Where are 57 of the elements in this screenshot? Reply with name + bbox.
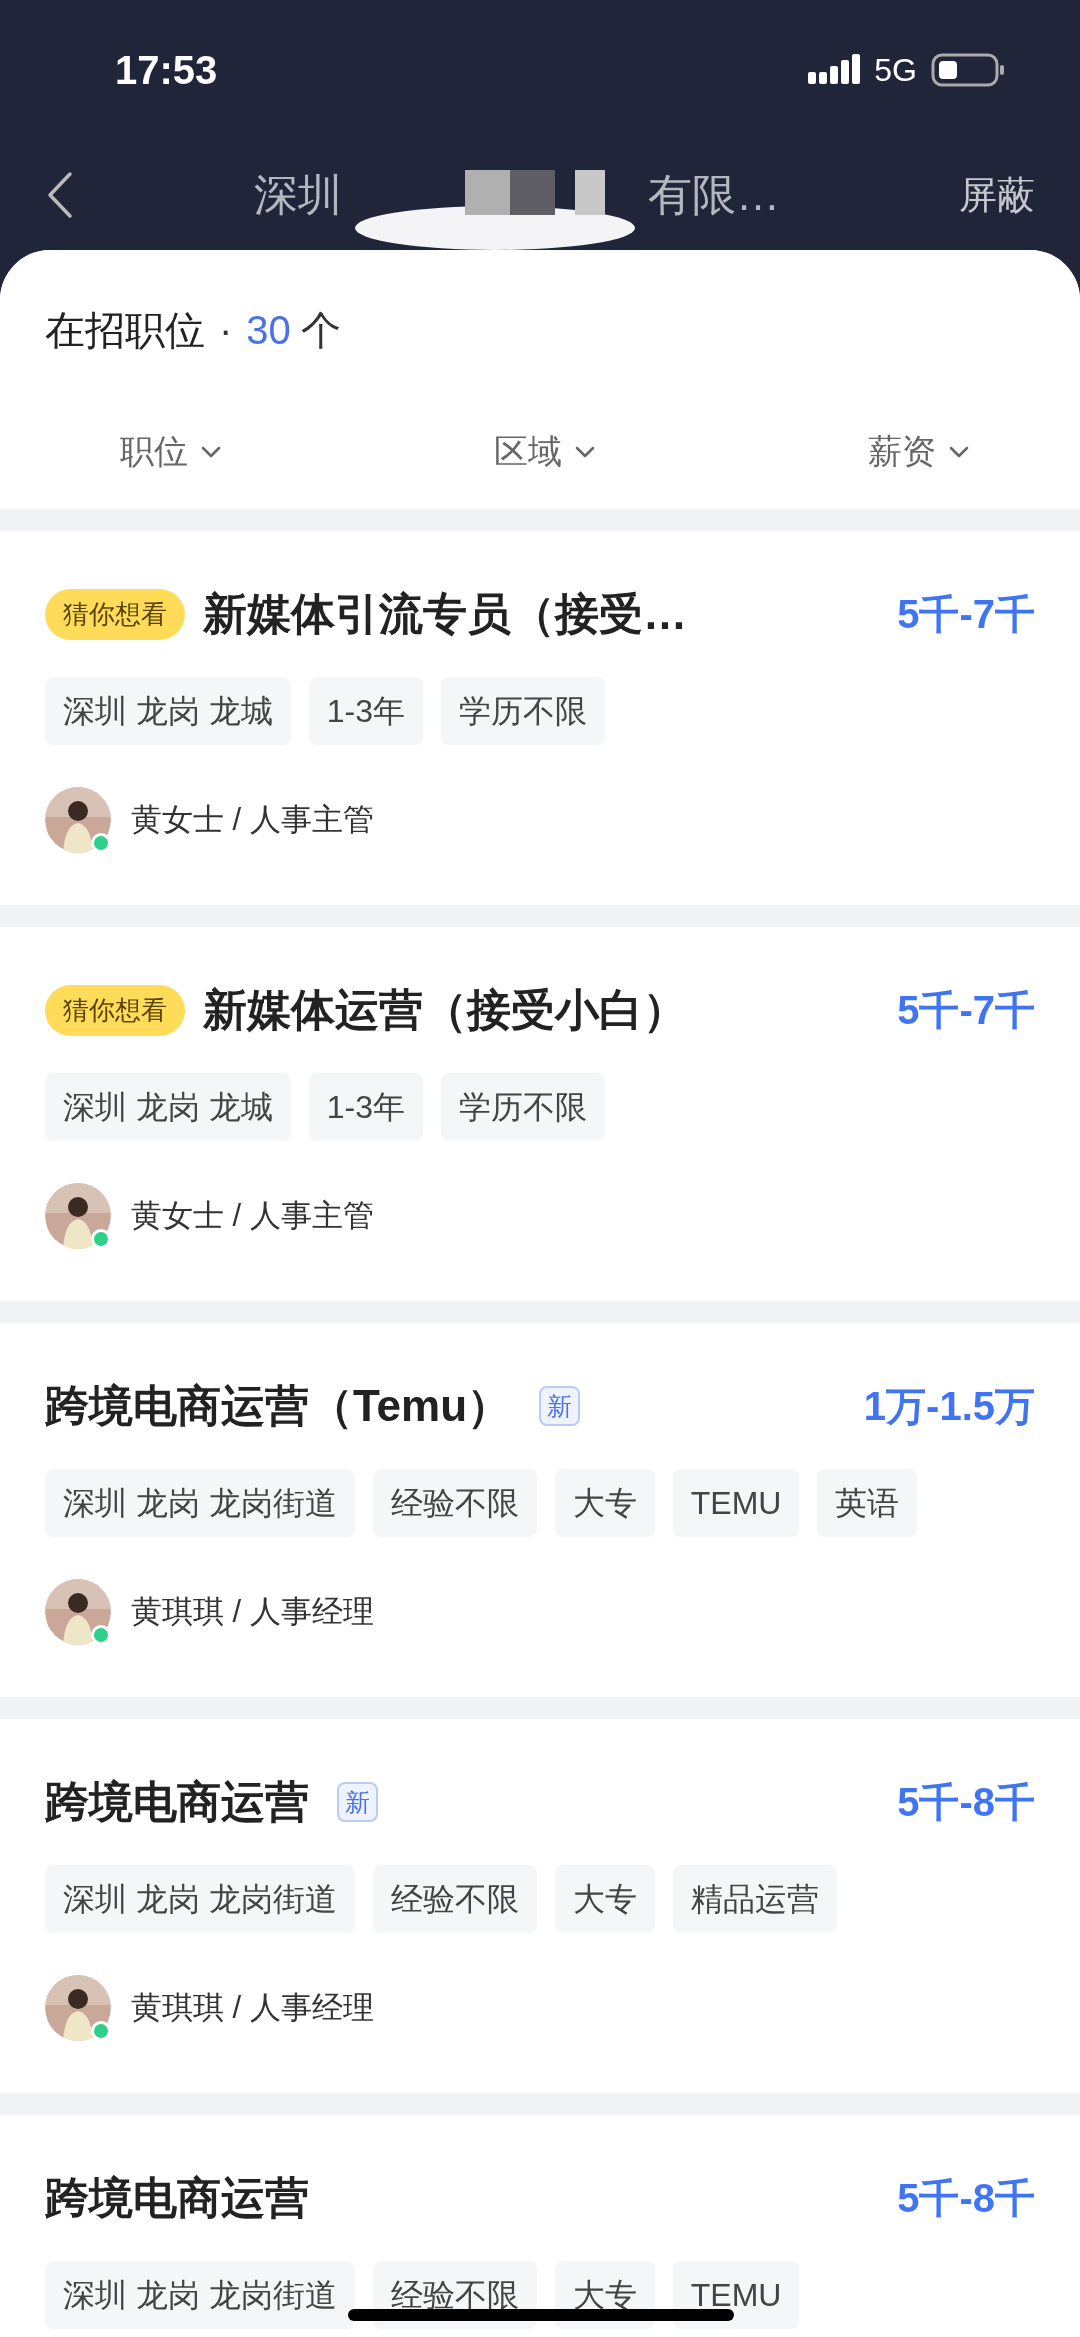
new-badge: 新 (539, 1386, 581, 1426)
recommend-badge: 猜你想看 (45, 984, 185, 1036)
filter-dropdown[interactable]: 薪资 (868, 416, 970, 487)
job-tag: 经验不限 (372, 1469, 537, 1537)
job-title: 跨境电商运营 (45, 1776, 309, 1828)
new-badge: 新 (337, 1782, 378, 1822)
job-tag: 大专 (554, 1865, 655, 1933)
job-tag: TEMU (672, 2261, 800, 2329)
job-title: 新媒体运营（接受小白） (203, 984, 687, 1036)
job-tag: 学历不限 (441, 1073, 606, 1141)
job-tag: 1-3年 (308, 1073, 424, 1141)
network-label: 5G (874, 51, 917, 90)
section-title: 在招职位 (45, 307, 205, 354)
chevron-down-icon (574, 444, 596, 459)
job-card[interactable]: 跨境电商运营 5千-8千 深圳 龙岗 龙岗街道 经验不限 大专 TEMU (0, 2115, 1080, 2337)
salary: 5千-8千 (897, 2175, 1035, 2222)
job-card[interactable]: 跨境电商运营（Temu） 新 1万-1.5万 深圳 龙岗 龙岗街道 经验不限 大专 TEMU 英语 黄琪琪 / 人事经理 (0, 1323, 1080, 1697)
recruiter-name: 黄女士 / 人事主管 (131, 1196, 374, 1235)
company-title: 深圳 (254, 169, 342, 221)
job-title: 跨境电商运营 (45, 2172, 309, 2224)
status-time: 17:53 (115, 47, 218, 94)
salary: 5千-7千 (897, 987, 1035, 1034)
count-unit: 个 (300, 307, 341, 354)
chevron-down-icon (948, 444, 970, 459)
job-tag: 深圳 龙岗 龙岗街道 (45, 1865, 355, 1933)
battery-icon (931, 52, 1005, 88)
job-tag: TEMU (672, 1469, 800, 1537)
job-tag: 大专 (554, 1469, 655, 1537)
job-card[interactable]: 猜你想看 新媒体运营（接受小白） 5千-7千 深圳 龙岗 龙城 1-3年 学历不限 黄女士 / 人事主管 (0, 927, 1080, 1301)
job-tag: 精品运营 (672, 1865, 837, 1933)
recruiter-name: 黄琪琪 / 人事经理 (131, 1988, 374, 2027)
job-tag: 深圳 龙岗 龙城 (45, 1073, 291, 1141)
job-title: 跨境电商运营（Temu） (45, 1380, 512, 1432)
job-tag: 1-3年 (308, 677, 424, 745)
company-title: 有限… (648, 169, 780, 221)
recommend-badge: 猜你想看 (45, 588, 185, 640)
salary: 5千-7千 (897, 591, 1035, 638)
job-tag: 学历不限 (441, 677, 606, 745)
block-button[interactable]: 屏蔽 (959, 166, 1035, 224)
salary: 5千-8千 (897, 1779, 1035, 1826)
job-tag: 深圳 龙岗 龙岗街道 (45, 2261, 355, 2329)
separator-dot: · (219, 307, 233, 354)
job-card[interactable]: 猜你想看 新媒体引流专员（接受… 5千-7千 深圳 龙岗 龙城 1-3年 学历不限 黄女士 / 人事主管 (0, 531, 1080, 905)
job-count: 30 (246, 307, 291, 354)
filter-dropdown[interactable]: 职位 (120, 416, 222, 487)
job-tag: 英语 (817, 1469, 918, 1537)
recruiter-name: 黄女士 / 人事主管 (131, 800, 374, 839)
job-card[interactable]: 跨境电商运营 新 5千-8千 深圳 龙岗 龙岗街道 经验不限 大专 精品运营 黄琪琪 / 人事经理 (0, 1719, 1080, 2093)
recruiter-name: 黄琪琪 / 人事经理 (131, 1592, 374, 1631)
chevron-down-icon (200, 444, 222, 459)
job-tag: 深圳 龙岗 龙城 (45, 677, 291, 745)
back-icon[interactable] (45, 170, 75, 220)
salary: 1万-1.5万 (863, 1383, 1035, 1430)
job-tag: 经验不限 (372, 1865, 537, 1933)
filter-dropdown[interactable]: 区域 (494, 416, 596, 487)
job-title: 新媒体引流专员（接受… (203, 588, 687, 640)
job-tag: 深圳 龙岗 龙岗街道 (45, 1469, 355, 1537)
